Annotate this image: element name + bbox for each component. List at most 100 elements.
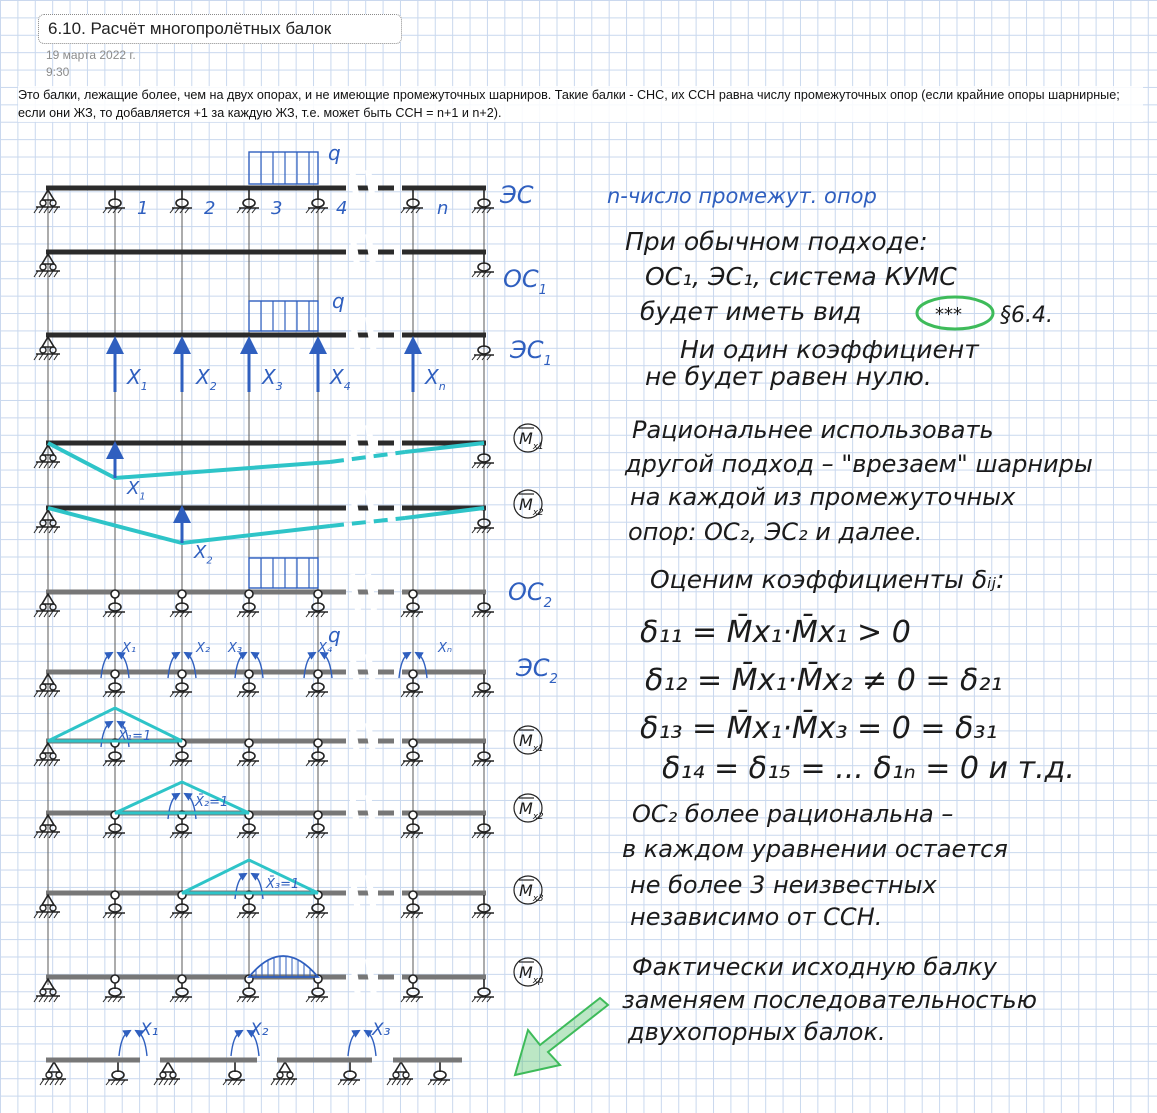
moment-arrow <box>118 1029 132 1057</box>
note-p5-line: Фактически исходную балку <box>632 953 998 981</box>
beam-gap <box>349 316 361 354</box>
pin-support <box>33 188 60 214</box>
label-os2: ОС2 <box>508 578 552 611</box>
roller-support <box>105 1062 128 1086</box>
hinge <box>408 589 418 599</box>
beam-gap <box>349 233 361 271</box>
beam-gap <box>349 653 361 691</box>
support-number: 3 <box>271 198 282 219</box>
beam-gap <box>365 316 377 354</box>
note-p4-line: независимо от ССН. <box>630 903 882 931</box>
roller-support <box>102 190 125 214</box>
hinge <box>313 669 323 679</box>
roller-support <box>471 510 494 534</box>
unit-label-1: X̄₁=1 <box>117 729 151 744</box>
distributed-load <box>248 300 319 332</box>
beam-gap <box>365 653 377 691</box>
note-p5-line: заменяем последовательностью <box>622 986 1037 1014</box>
x-label-mx1: X1 <box>126 478 146 502</box>
moment-arrow <box>230 1029 244 1057</box>
label-os1: ОС1 <box>503 265 547 298</box>
roller-support <box>337 1062 360 1086</box>
pin-support <box>386 1060 413 1086</box>
roller-support <box>471 337 494 361</box>
note-p4-line: не более 3 неизвестных <box>630 871 938 899</box>
x-label: X1 <box>126 365 148 393</box>
note-p2-line: на каждой из промежуточных <box>630 483 1016 511</box>
note-p5-line: двухопорных балок. <box>627 1018 886 1046</box>
note-p1-line: не будет равен нулю. <box>645 362 932 391</box>
support-number: 1 <box>137 198 148 219</box>
moment-arrow <box>347 1029 361 1057</box>
note-p2-line: опор: ОС₂, ЭС₂ и далее. <box>628 518 922 546</box>
support-number: 4 <box>336 198 347 219</box>
hinge <box>408 890 418 900</box>
x-label: X2 <box>195 365 217 393</box>
beams <box>46 169 486 996</box>
note-p1-line: При обычном подходе: <box>625 227 928 256</box>
distributed-load <box>248 151 319 185</box>
beam-gap <box>365 169 377 207</box>
label-es1: ЭС1 <box>509 336 552 369</box>
beam-gap <box>365 573 377 611</box>
beam-gap <box>349 573 361 611</box>
load-q-label: q <box>328 141 341 165</box>
note-p1-line: ОС₁, ЭС₁, система КУМС <box>645 262 957 291</box>
note-p3-line: Оценим коэффициенты δᵢⱼ: <box>650 565 1004 594</box>
hinge <box>110 974 120 984</box>
roller-support <box>471 190 494 214</box>
beam-gap <box>365 489 377 527</box>
note-p1-line: Ни один коэффициент <box>680 335 980 364</box>
beam-gap <box>349 424 361 462</box>
hinge <box>244 738 254 748</box>
x-small-label: Xₙ <box>437 641 452 656</box>
x-small-label: X₄ <box>317 641 333 656</box>
pin-support <box>33 252 60 278</box>
pin-support <box>33 335 60 361</box>
roller-support <box>471 674 494 698</box>
hinge <box>313 589 323 599</box>
pin-support <box>33 893 60 919</box>
moment-diagram-x2 <box>47 506 331 546</box>
x-bottom-label: X₁ <box>139 1020 158 1040</box>
note-formula: δ₁₁ = M̄x₁·M̄x₁ > 0 <box>640 614 911 650</box>
hinge <box>110 669 120 679</box>
support-number: 2 <box>204 198 215 219</box>
roller-support <box>222 1062 245 1086</box>
note-formula: δ₁₄ = δ₁₅ = ... δ₁ₙ = 0 и т.д. <box>662 751 1075 786</box>
unit-label-3: X̄₃=1 <box>265 877 299 892</box>
pin-support <box>33 672 60 698</box>
beam-gap <box>349 169 361 207</box>
pin-support <box>33 977 60 1003</box>
note-circle-text: *** <box>935 304 962 325</box>
moment-diagram-x2 <box>329 516 406 528</box>
note-formula: δ₁₃ = M̄x₁·M̄x₃ = 0 = δ₃₁ <box>640 710 997 746</box>
roller-support <box>471 254 494 278</box>
beam-gap <box>365 874 377 912</box>
label-m-x1-os2: Mx1 <box>519 731 544 754</box>
note-p2-line: другой подход – "врезаем" шарниры <box>624 450 1093 478</box>
distributed-load <box>248 557 319 589</box>
roller-support <box>471 594 494 618</box>
pin-support <box>153 1060 180 1086</box>
pin-support <box>33 741 60 767</box>
beam-gap <box>349 722 361 760</box>
pin-support <box>33 813 60 839</box>
hinge <box>408 810 418 820</box>
x-label: X3 <box>261 365 283 393</box>
roller-support <box>471 445 494 469</box>
supports <box>33 188 494 1086</box>
x-small-label: X₂ <box>195 641 210 656</box>
roller-support <box>400 190 423 214</box>
hinge <box>313 810 323 820</box>
roller-support <box>305 190 328 214</box>
note-n-definition: n-число промежут. опор <box>607 184 877 208</box>
x-small-label: X₁ <box>121 641 136 656</box>
beam-gap <box>349 794 361 832</box>
roller-support <box>471 743 494 767</box>
roller-support <box>169 190 192 214</box>
hinge <box>177 974 187 984</box>
label-es2: ЭС2 <box>515 654 558 687</box>
roller-support <box>236 190 259 214</box>
beam-gap <box>365 722 377 760</box>
